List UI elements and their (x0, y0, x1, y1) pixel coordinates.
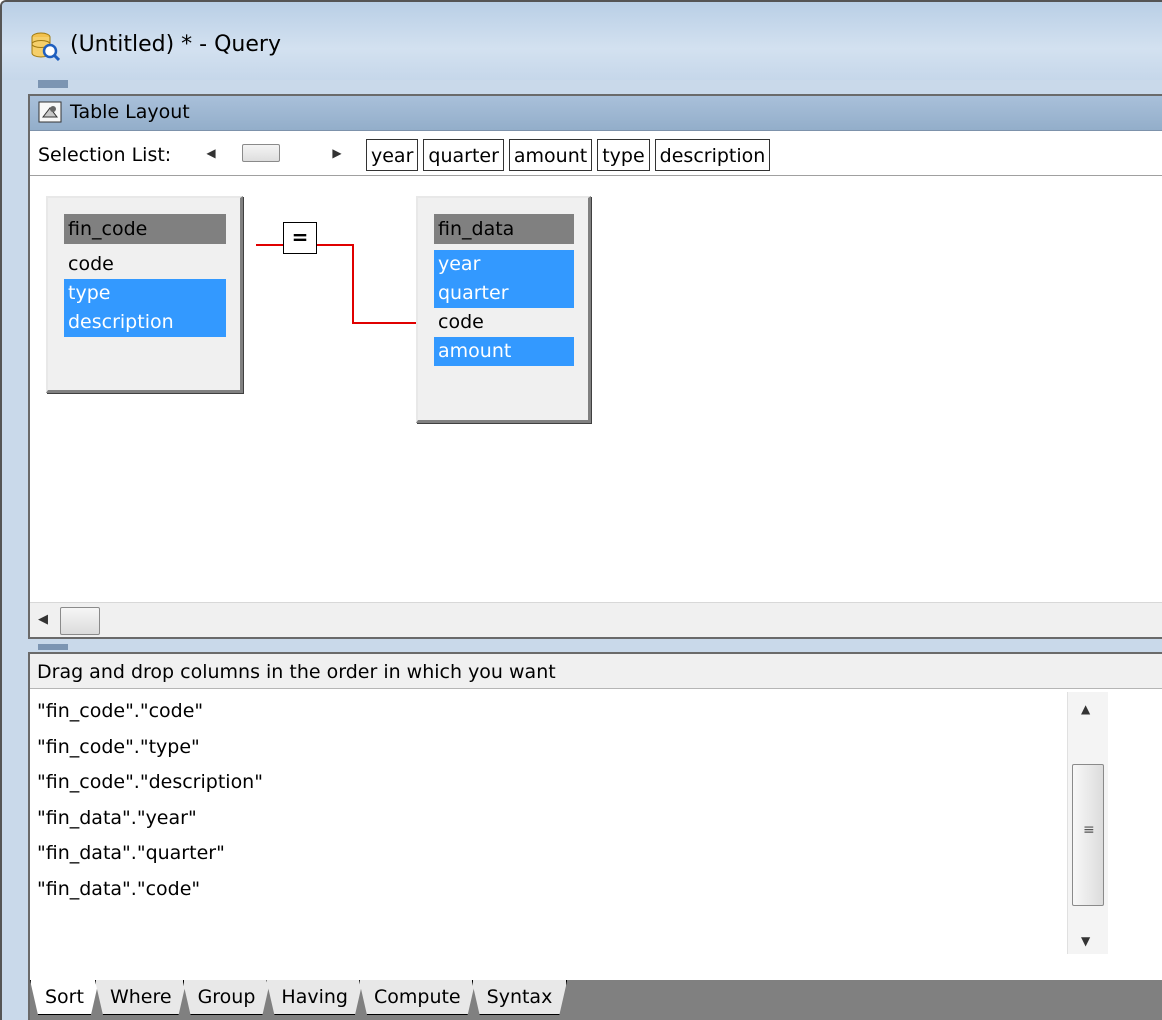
selection-item-amount[interactable]: amount (508, 139, 593, 171)
grip-icon: ≡ (1083, 822, 1095, 838)
tab-sort[interactable]: Sort (30, 980, 99, 1015)
tab-compute[interactable]: Compute (359, 980, 476, 1015)
join-line (352, 244, 354, 324)
splitter-handle[interactable] (38, 80, 68, 88)
list-item[interactable]: "fin_data"."year" (37, 801, 1062, 837)
selection-item-quarter[interactable]: quarter (423, 139, 504, 171)
table-column-selected[interactable]: year (434, 250, 574, 279)
selection-list-label: Selection List: (38, 144, 172, 166)
splitter-handle[interactable] (38, 644, 68, 650)
selection-list-items: year quarter amount type description (366, 139, 771, 171)
tab-bar: Sort Where Group Having Compute Syntax (30, 980, 1162, 1020)
query-db-icon (31, 32, 60, 61)
tab-group[interactable]: Group (183, 980, 271, 1015)
table-column-selected[interactable]: quarter (434, 279, 574, 308)
table-column[interactable]: code (64, 250, 226, 279)
table-box-fin-data[interactable]: fin_data year quarter code amount (416, 196, 591, 423)
window-title: (Untitled) * - Query (70, 32, 281, 57)
list-item[interactable]: "fin_code"."code" (37, 694, 1062, 730)
sort-column-list[interactable]: "fin_code"."code" "fin_code"."type" "fin… (37, 694, 1062, 907)
selection-item-description[interactable]: description (654, 139, 771, 171)
tab-syntax[interactable]: Syntax (472, 980, 568, 1015)
join-line (352, 322, 416, 324)
sort-pane: Drag and drop columns in the order in wh… (28, 652, 1162, 1020)
tab-having[interactable]: Having (266, 980, 363, 1015)
list-item[interactable]: "fin_code"."description" (37, 765, 1062, 801)
table-column-selected[interactable]: amount (434, 337, 574, 366)
selection-list-scrollbar[interactable]: ◀ ▶ (204, 143, 354, 163)
table-column-selected[interactable]: description (64, 308, 226, 337)
scroll-right-arrow-icon[interactable]: ▶ (330, 145, 344, 161)
sort-list-vertical-scrollbar[interactable]: ▲ ≡ ▼ (1067, 692, 1108, 954)
table-box-fin-code[interactable]: fin_code code type description (46, 196, 243, 393)
title-bar[interactable]: (Untitled) * - Query (2, 2, 1162, 80)
tab-where[interactable]: Where (95, 980, 187, 1015)
tab-strip: Sort Where Group Having Compute Syntax (30, 980, 563, 1016)
list-item[interactable]: "fin_data"."code" (37, 872, 1062, 908)
table-column-selected[interactable]: type (64, 279, 226, 308)
scroll-left-arrow-icon[interactable]: ◀ (38, 612, 48, 627)
query-window: (Untitled) * - Query Table Layout Select… (0, 0, 1162, 1020)
sort-instruction: Drag and drop columns in the order in wh… (30, 654, 1162, 689)
table-name[interactable]: fin_code (64, 214, 226, 244)
table-layout-icon (38, 101, 62, 123)
scroll-thumb[interactable] (60, 607, 100, 635)
scroll-down-arrow-icon[interactable]: ▼ (1081, 934, 1090, 948)
table-layout-canvas[interactable]: fin_code code type description = fin_dat… (30, 176, 1162, 636)
scroll-thumb[interactable] (242, 144, 280, 162)
list-item[interactable]: "fin_code"."type" (37, 730, 1062, 766)
table-layout-header: Table Layout (30, 96, 1162, 131)
selection-list-row: Selection List: ◀ ▶ year quarter amount … (30, 131, 1162, 176)
list-item[interactable]: "fin_data"."quarter" (37, 836, 1062, 872)
join-operator-button[interactable]: = (283, 222, 317, 254)
table-name[interactable]: fin_data (434, 214, 574, 244)
scroll-left-arrow-icon[interactable]: ◀ (204, 145, 218, 161)
scroll-up-arrow-icon[interactable]: ▲ (1081, 702, 1090, 716)
canvas-horizontal-scrollbar[interactable]: ◀ (30, 602, 1162, 637)
join-line (316, 244, 354, 246)
selection-item-year[interactable]: year (366, 139, 419, 171)
selection-item-type[interactable]: type (597, 139, 650, 171)
table-column[interactable]: code (434, 308, 574, 337)
scroll-thumb[interactable]: ≡ (1072, 764, 1104, 906)
table-layout-pane: Table Layout Selection List: ◀ ▶ year qu… (28, 94, 1162, 639)
join-line (256, 244, 284, 246)
table-layout-title: Table Layout (70, 101, 190, 123)
